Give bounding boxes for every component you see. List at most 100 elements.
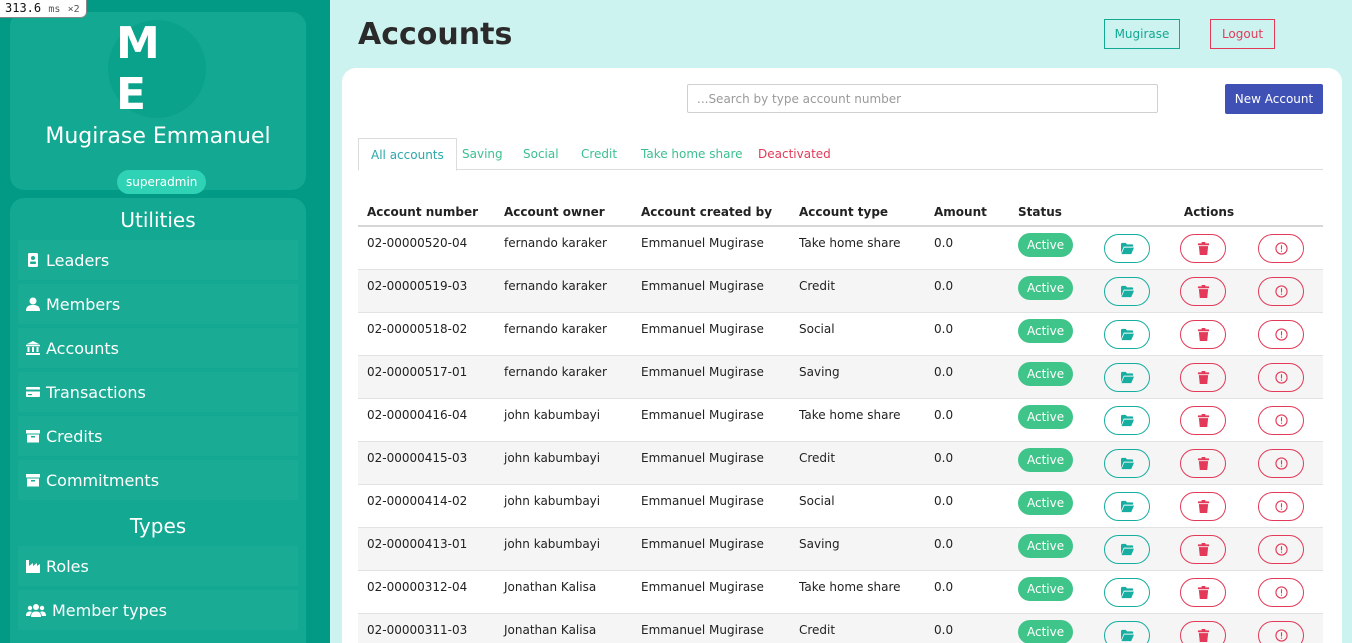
delete-button[interactable] — [1180, 620, 1226, 643]
status-badge: Active — [1018, 318, 1074, 343]
deactivate-button[interactable] — [1258, 448, 1304, 478]
sidebar-item-accounts[interactable]: Accounts — [18, 328, 298, 368]
cell-action-open — [1095, 483, 1171, 527]
trash-icon — [1197, 542, 1210, 556]
folder-open-icon — [1120, 285, 1134, 298]
cell-account-owner: Jonathan Kalisa — [495, 569, 632, 613]
page-title: Accounts — [358, 17, 513, 52]
cell-account-type: Social — [790, 311, 925, 355]
cell-account-type: Take home share — [790, 569, 925, 613]
tab-deactivated[interactable]: Deactivated — [746, 138, 843, 170]
cell-created-by: Emmanuel Mugirase — [632, 354, 790, 398]
deactivate-button[interactable] — [1258, 491, 1304, 521]
cell-action-delete — [1171, 311, 1249, 355]
tab-all-accounts[interactable]: All accounts — [358, 138, 457, 171]
cell-account-owner: fernando karaker — [495, 354, 632, 398]
open-button[interactable] — [1104, 448, 1150, 478]
open-button[interactable] — [1104, 362, 1150, 392]
sidebar-item-credits[interactable]: Credits — [18, 416, 298, 456]
table-row: 02-00000312-04 Jonathan Kalisa Emmanuel Mu… — [358, 569, 1323, 613]
delete-button[interactable] — [1180, 577, 1226, 607]
sidebar-item-leaders[interactable]: Leaders — [18, 240, 298, 280]
credit-card-icon — [26, 385, 40, 399]
open-button[interactable] — [1104, 577, 1150, 607]
cell-action-deactivate — [1249, 483, 1323, 527]
cell-action-open — [1095, 354, 1171, 398]
deactivate-button[interactable] — [1258, 577, 1304, 607]
col-status: Status — [1009, 198, 1095, 227]
delete-button[interactable] — [1180, 234, 1226, 263]
trash-icon — [1197, 628, 1210, 642]
tab-saving[interactable]: Saving — [450, 138, 515, 170]
tab-credit[interactable]: Credit — [569, 138, 629, 170]
cell-account-owner: fernando karaker — [495, 268, 632, 312]
cell-created-by: Emmanuel Mugirase — [632, 569, 790, 613]
new-account-button[interactable]: New Account — [1225, 84, 1323, 114]
delete-button[interactable] — [1180, 276, 1226, 306]
deactivate-button[interactable] — [1258, 319, 1304, 349]
cell-amount: 0.0 — [925, 354, 1009, 398]
table-body: 02-00000520-04 fernando karaker Emmanuel M… — [358, 225, 1323, 643]
table-row: 02-00000311-03 Jonathan Kalisa Emmanuel Mu… — [358, 612, 1323, 643]
exclamation-circle-icon — [1274, 456, 1288, 470]
tab-take-home-share[interactable]: Take home share — [629, 138, 755, 170]
cell-action-deactivate — [1249, 440, 1323, 484]
sidebar-item-label: Credits — [46, 426, 103, 446]
table-row: 02-00000518-02 fernando karaker Emmanuel M… — [358, 311, 1323, 355]
perf-multiplier: ×2 — [67, 4, 80, 15]
open-button[interactable] — [1104, 319, 1150, 349]
deactivate-button[interactable] — [1258, 234, 1304, 263]
open-button[interactable] — [1104, 534, 1150, 564]
logout-button[interactable]: Logout — [1210, 19, 1275, 49]
cell-action-deactivate — [1249, 397, 1323, 441]
deactivate-button[interactable] — [1258, 362, 1304, 392]
cell-created-by: Emmanuel Mugirase — [632, 440, 790, 484]
deactivate-button[interactable] — [1258, 405, 1304, 435]
cell-action-open — [1095, 569, 1171, 613]
exclamation-circle-icon — [1274, 585, 1288, 599]
delete-button[interactable] — [1180, 405, 1226, 435]
delete-button[interactable] — [1180, 362, 1226, 392]
cell-status: Active — [1009, 440, 1095, 484]
open-button[interactable] — [1104, 276, 1150, 306]
delete-button[interactable] — [1180, 534, 1226, 564]
bank-icon — [26, 341, 40, 355]
open-button[interactable] — [1104, 234, 1150, 263]
trash-icon — [1197, 370, 1210, 384]
deactivate-button[interactable] — [1258, 534, 1304, 564]
status-badge: Active — [1018, 533, 1074, 558]
cell-status: Active — [1009, 268, 1095, 312]
menu-panel: Utilities Leaders Members Accounts Trans… — [10, 198, 306, 643]
status-badge: Active — [1018, 361, 1074, 386]
cell-action-deactivate — [1249, 569, 1323, 613]
tab-social[interactable]: Social — [511, 138, 571, 170]
deactivate-button[interactable] — [1258, 276, 1304, 306]
sidebar-item-members[interactable]: Members — [18, 284, 298, 324]
open-button[interactable] — [1104, 491, 1150, 521]
sidebar-item-transactions[interactable]: Transactions — [18, 372, 298, 412]
search-input[interactable] — [687, 84, 1158, 113]
exclamation-circle-icon — [1274, 542, 1288, 556]
deactivate-button[interactable] — [1258, 620, 1304, 643]
exclamation-circle-icon — [1274, 327, 1288, 341]
open-button[interactable] — [1104, 620, 1150, 643]
trash-icon — [1197, 585, 1210, 599]
folder-open-icon — [1120, 586, 1134, 599]
exclamation-circle-icon — [1274, 284, 1288, 298]
cell-account-type: Take home share — [790, 397, 925, 441]
delete-button[interactable] — [1180, 491, 1226, 521]
cell-action-delete — [1171, 569, 1249, 613]
sidebar-item-roles[interactable]: Roles — [18, 546, 298, 586]
sidebar-item-commitments[interactable]: Commitments — [18, 460, 298, 500]
sidebar-item-member-types[interactable]: Member types — [18, 590, 298, 630]
trash-icon — [1197, 499, 1210, 513]
delete-button[interactable] — [1180, 448, 1226, 478]
sidebar-item-label: Leaders — [46, 250, 110, 270]
trash-icon — [1197, 242, 1210, 255]
status-badge: Active — [1018, 233, 1074, 257]
open-button[interactable] — [1104, 405, 1150, 435]
folder-open-icon — [1120, 414, 1134, 427]
user-button[interactable]: Mugirase — [1104, 19, 1180, 49]
delete-button[interactable] — [1180, 319, 1226, 349]
cell-created-by: Emmanuel Mugirase — [632, 397, 790, 441]
